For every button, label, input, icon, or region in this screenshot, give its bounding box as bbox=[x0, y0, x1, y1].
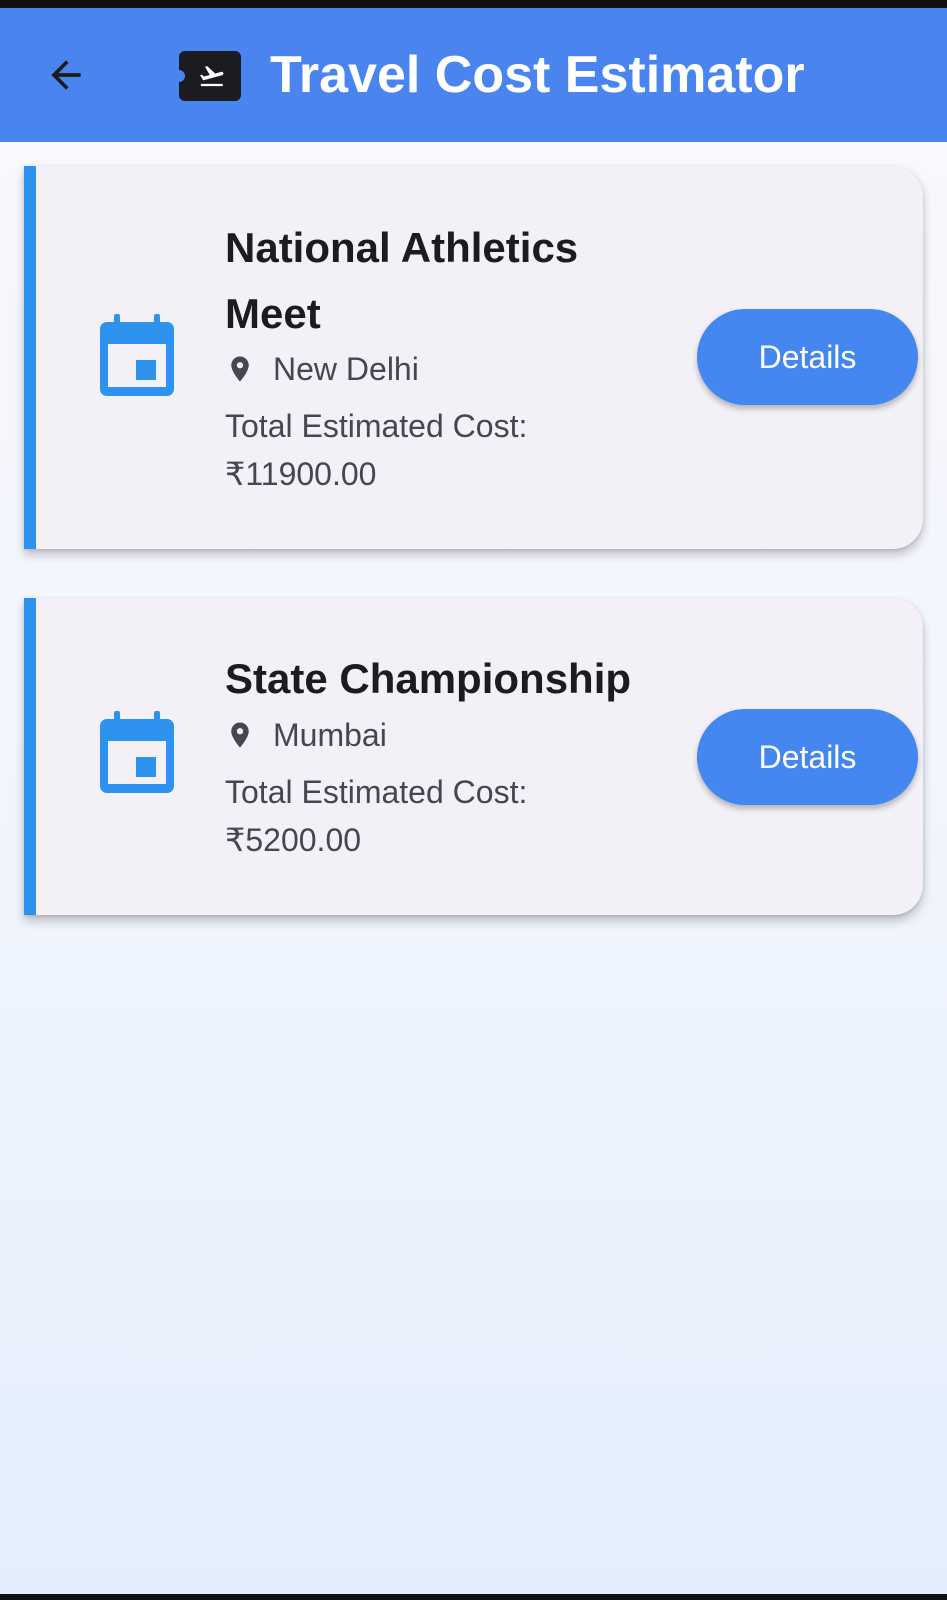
location-pin-icon bbox=[225, 715, 255, 755]
event-location: New Delhi bbox=[225, 349, 419, 389]
card-accent-bar bbox=[24, 598, 36, 915]
event-card: State Championship Mumbai Total Estimate… bbox=[24, 598, 923, 915]
app-bar: Travel Cost Estimator bbox=[0, 8, 947, 142]
flight-ticket-icon bbox=[179, 51, 241, 101]
details-button[interactable]: Details bbox=[697, 709, 918, 805]
details-button[interactable]: Details bbox=[697, 309, 918, 405]
cost-label: Total Estimated Cost: bbox=[225, 408, 528, 444]
cost-value: ₹5200.00 bbox=[225, 822, 362, 858]
event-location: Mumbai bbox=[225, 715, 387, 755]
location-pin-icon bbox=[225, 349, 255, 389]
calendar-icon bbox=[100, 314, 174, 396]
cost-label: Total Estimated Cost: bbox=[225, 774, 528, 810]
event-cost: Total Estimated Cost: ₹11900.00 bbox=[225, 402, 645, 498]
event-title: National Athletics Meet bbox=[225, 224, 579, 337]
status-bar bbox=[0, 0, 947, 8]
event-cost: Total Estimated Cost: ₹5200.00 bbox=[225, 768, 645, 864]
event-card: National Athletics Meet New Delhi Total … bbox=[24, 166, 923, 549]
card-accent-bar bbox=[24, 166, 36, 549]
arrow-back-icon bbox=[51, 60, 81, 90]
cost-value: ₹11900.00 bbox=[225, 456, 377, 492]
event-location-text: New Delhi bbox=[273, 350, 419, 387]
event-title: State Championship bbox=[225, 655, 632, 702]
page-title: Travel Cost Estimator bbox=[270, 46, 805, 104]
event-location-text: Mumbai bbox=[273, 716, 387, 753]
back-button[interactable] bbox=[36, 45, 96, 105]
navigation-bar bbox=[0, 1594, 947, 1600]
calendar-icon bbox=[100, 711, 174, 793]
